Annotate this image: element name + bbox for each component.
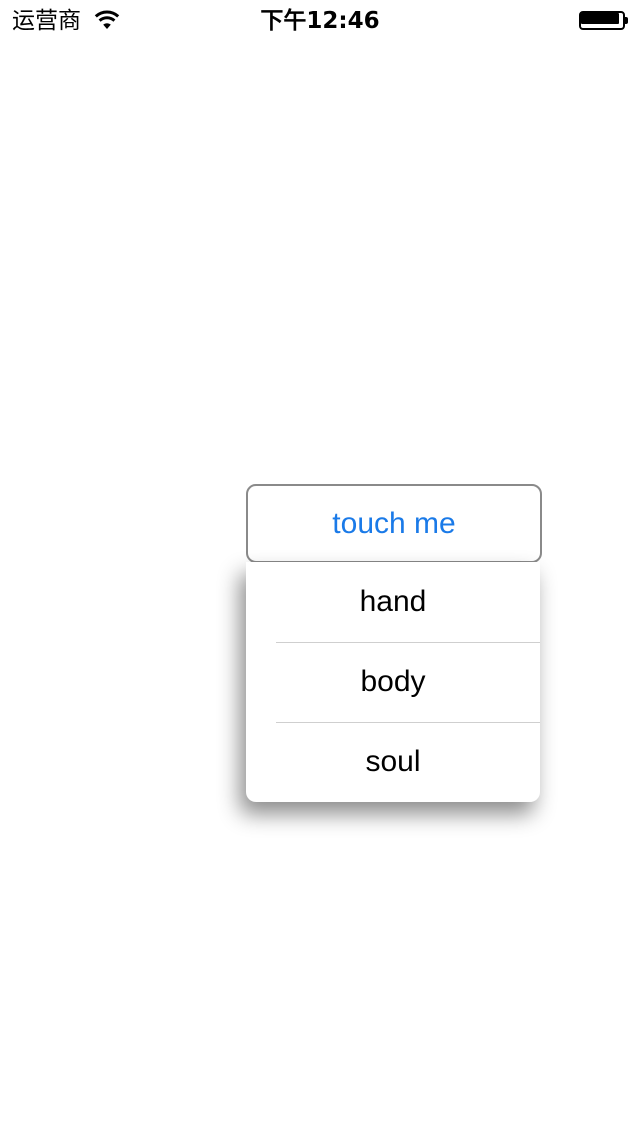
status-bar: 运营商 下午12:46 [0, 0, 640, 40]
menu-item-soul[interactable]: soul [246, 722, 540, 802]
menu-item-hand[interactable]: hand [246, 562, 540, 642]
battery-full-icon [579, 11, 629, 30]
touch-me-button[interactable]: touch me [246, 484, 542, 563]
battery-level-fill [581, 13, 619, 24]
status-time: 下午12:46 [260, 8, 380, 34]
dropdown-menu: hand body soul [246, 562, 540, 802]
menu-item-body[interactable]: body [246, 642, 540, 722]
